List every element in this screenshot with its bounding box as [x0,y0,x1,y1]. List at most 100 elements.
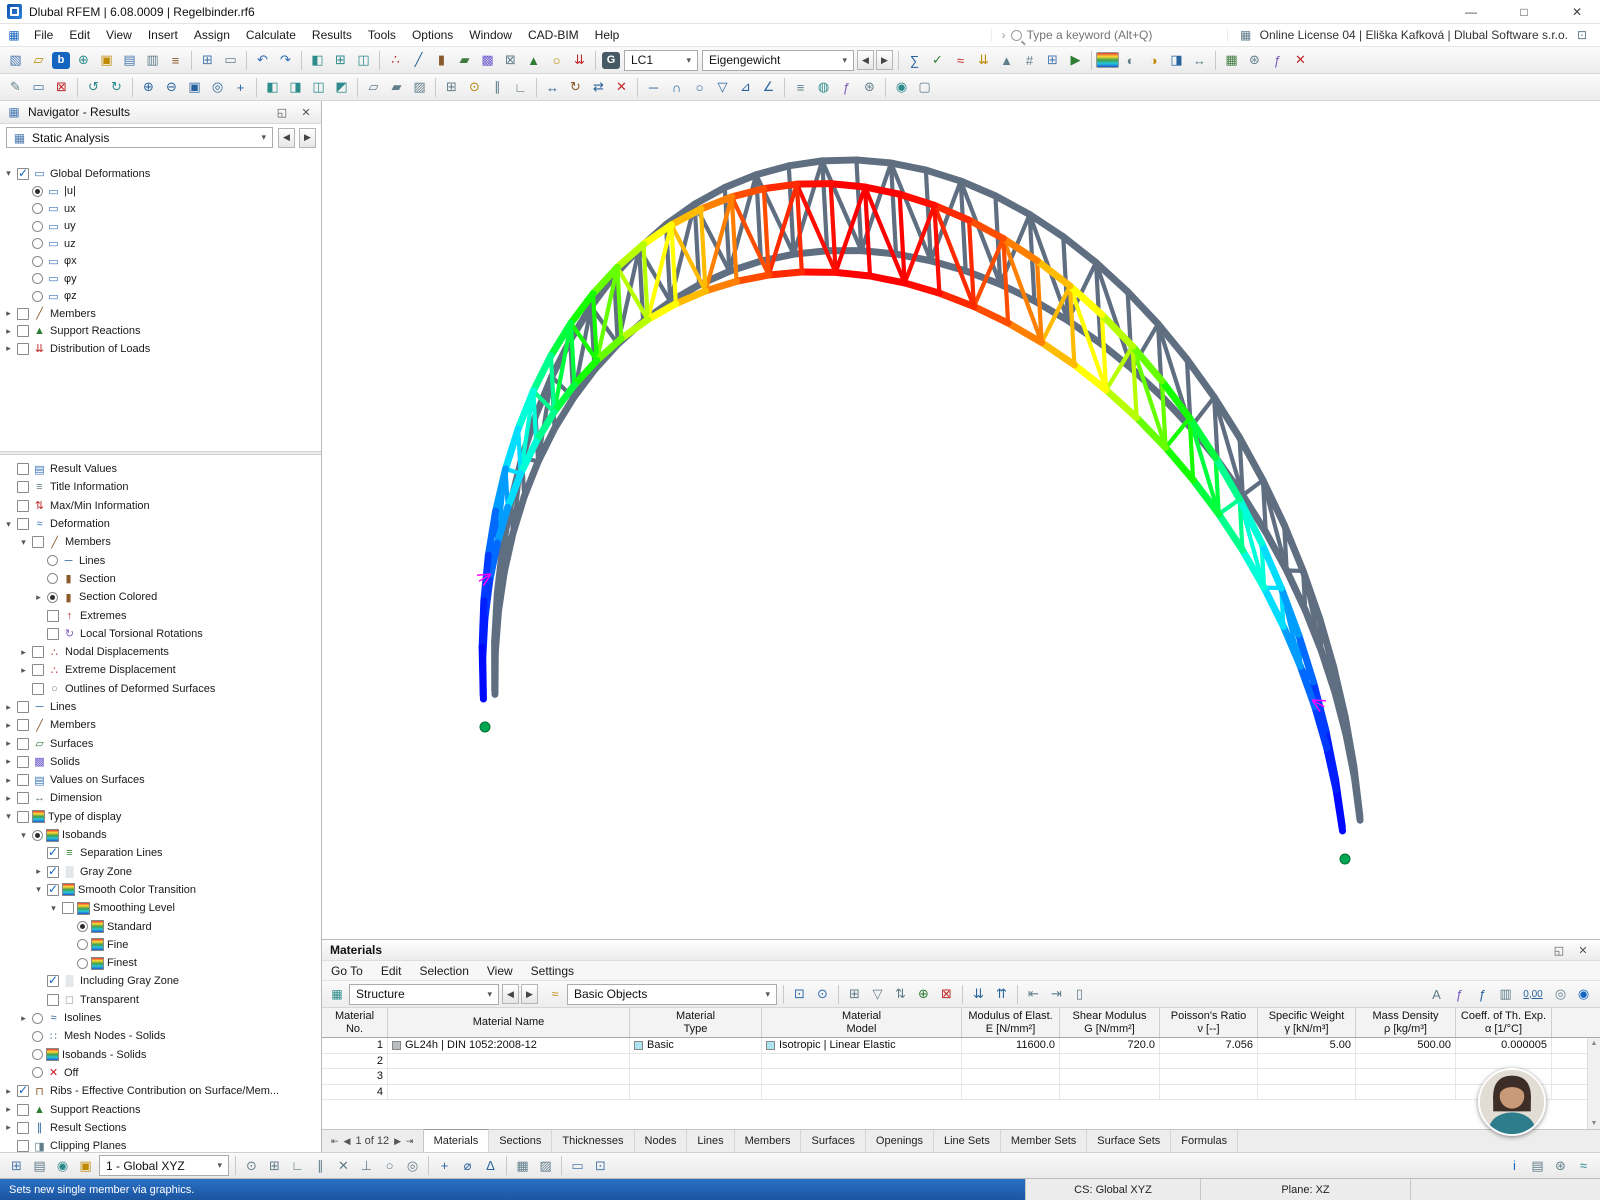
render-mode-icon[interactable]: ◉ [890,76,913,98]
checkbox[interactable] [17,811,29,823]
collapse-icon[interactable]: ▾ [33,884,44,895]
sync-selection-icon[interactable]: ⊙ [811,983,834,1005]
radio-button[interactable] [47,573,58,584]
checkbox[interactable] [47,866,59,878]
load-case-combo[interactable]: LC1 ▾ [624,50,698,71]
full-screen-icon[interactable]: ▢ [913,76,936,98]
tree-item[interactable]: ▸∴Extreme Displacement [0,661,321,679]
checkbox[interactable] [47,884,59,896]
previous-load-case-button[interactable]: ◀ [857,50,874,70]
checkbox[interactable] [17,1122,29,1134]
tree-item[interactable]: ▭φx [0,253,321,271]
redo-icon[interactable]: ↷ [274,49,297,71]
expand-icon[interactable]: ▸ [33,592,44,603]
hidden-line-display-icon[interactable]: ▨ [408,76,431,98]
tree-item[interactable]: ▭ux [0,200,321,218]
tree-item[interactable]: ▸╱Members [0,716,321,734]
panels-toggle-icon[interactable]: ◫ [352,49,375,71]
radio-button[interactable] [32,830,43,841]
snap-ortho-icon[interactable]: ∟ [286,1155,309,1177]
generate-mesh-icon[interactable]: ▦ [1220,49,1243,71]
keyword-search[interactable]: › [991,28,1227,42]
search-table-icon[interactable]: ◎ [1549,983,1572,1005]
filter-rows-icon[interactable]: ▽ [866,983,889,1005]
zoom-in-icon[interactable]: ⊕ [137,76,160,98]
parametric-input-icon[interactable]: ƒ [835,76,858,98]
import-table-icon[interactable]: ⇊ [967,983,990,1005]
materials-menu-selection[interactable]: Selection [411,961,478,980]
column-header[interactable]: MaterialNo. [322,1008,388,1037]
analysis-type-combo[interactable]: ▦ Static Analysis ▾ [6,127,273,148]
collapse-icon[interactable]: ▾ [18,830,29,841]
color-scale-icon[interactable] [1096,52,1119,68]
tab-openings[interactable]: Openings [866,1130,934,1152]
tree-item[interactable]: ▾▭Global Deformations [0,165,321,183]
coordinate-system-status[interactable]: CS: Global XYZ [1025,1179,1200,1200]
tree-item[interactable]: ▸∴Nodal Displacements [0,643,321,661]
result-values-icon[interactable]: # [1018,49,1041,71]
checkbox[interactable] [17,481,29,493]
tab-surface-sets[interactable]: Surface Sets [1087,1130,1171,1152]
expand-icon[interactable]: ▸ [18,665,29,676]
maximize-button[interactable]: □ [1501,0,1547,23]
table-row[interactable]: 3 [322,1069,1600,1085]
freeze-column-icon[interactable]: ▯ [1068,983,1091,1005]
new-opening-icon[interactable]: ⊠ [499,49,522,71]
tree-item[interactable]: ▭φz [0,288,321,306]
radio-button[interactable] [32,1067,43,1078]
tree-item[interactable]: ▭φy [0,270,321,288]
tree-item[interactable]: ○Outlines of Deformed Surfaces [0,680,321,698]
tree-item[interactable]: ▸▲Support Reactions [0,1100,321,1118]
objects-filter-combo[interactable]: Basic Objects ▾ [567,984,777,1005]
assistant-icon[interactable]: ◉ [1572,983,1595,1005]
arc-tool-icon[interactable]: ∩ [665,76,688,98]
tree-item[interactable]: ▸▒Gray Zone [0,863,321,881]
circle-tool-icon[interactable]: ○ [688,76,711,98]
tree-item[interactable]: ≡Title Information [0,478,321,496]
new-support-icon[interactable]: ▲ [522,49,545,71]
polygon-tool-icon[interactable]: ▽ [711,76,734,98]
triangle-tool-icon[interactable]: ⊿ [734,76,757,98]
relative-coordinates-icon[interactable]: Δ [479,1155,502,1177]
tables-toggle-icon[interactable]: ⊞ [329,49,352,71]
measure-icon[interactable]: ↔ [1188,49,1211,71]
radio-button[interactable] [77,939,88,950]
radio-button[interactable] [77,958,88,969]
checkbox[interactable] [47,994,59,1006]
printout-report-icon[interactable]: ≡ [164,49,187,71]
result-tables-icon[interactable]: ⊞ [1041,49,1064,71]
menu-calculate[interactable]: Calculate [238,24,304,46]
select-rectangle-icon[interactable]: ▭ [27,76,50,98]
load-case-name-combo[interactable]: Eigengewicht ▾ [702,50,854,71]
next-view-icon[interactable]: ↻ [105,76,128,98]
expand-icon[interactable]: ▸ [18,1013,29,1024]
view-in-x-icon[interactable]: ◧ [261,76,284,98]
scroll-up-icon[interactable]: ▲ [1591,1040,1598,1047]
menu-tools[interactable]: Tools [360,24,404,46]
lighting-icon[interactable]: ◑ [1142,49,1165,71]
show-loads-icon[interactable]: ⇊ [972,49,995,71]
table-row[interactable]: 1GL24h | DIN 1052:2008-12BasicIsotropic … [322,1038,1600,1054]
navigator-display-tab-icon[interactable]: ▤ [28,1155,51,1177]
open-file-icon[interactable]: ▣ [95,49,118,71]
object-info-icon[interactable]: i [1503,1155,1526,1177]
expand-icon[interactable]: ▸ [3,775,14,786]
load-wizard-icon[interactable]: ƒ [1266,49,1289,71]
expand-icon[interactable]: ▸ [3,738,14,749]
line-tool-icon[interactable]: ─ [642,76,665,98]
teamwork-icon[interactable]: b [52,52,70,69]
tree-item[interactable]: ▸↔Dimension [0,789,321,807]
new-solid-icon[interactable]: ▩ [476,49,499,71]
radio-button[interactable] [32,1049,43,1060]
animation-icon[interactable]: ▶ [1064,49,1087,71]
calculate-all-icon[interactable]: ∑ [903,49,926,71]
tree-item[interactable]: ▒Including Gray Zone [0,972,321,990]
isometric-view-icon[interactable]: ◩ [330,76,353,98]
tree-item[interactable]: ▭uy [0,218,321,236]
select-mode-icon[interactable]: ▭ [566,1155,589,1177]
tree-item[interactable]: Standard [0,917,321,935]
materials-menu-view[interactable]: View [478,961,522,980]
materials-menu-go-to[interactable]: Go To [322,961,372,980]
menu-help[interactable]: Help [587,24,628,46]
copy-icon[interactable]: ⊞ [196,49,219,71]
